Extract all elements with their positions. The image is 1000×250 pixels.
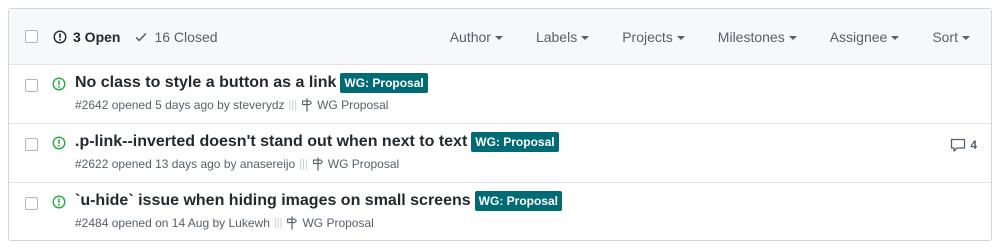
issue-opened-icon <box>53 30 67 44</box>
comment-icon <box>951 138 966 152</box>
issue-row: .p-link--inverted doesn't stand out when… <box>9 124 991 183</box>
issue-number: #2484 <box>75 216 109 230</box>
issue-meta: #2642 opened 5 days ago by steverydz |||… <box>75 98 428 112</box>
issue-milestone-link[interactable]: WG Proposal <box>328 157 399 171</box>
issue-label[interactable]: WG: Proposal <box>471 132 559 152</box>
sort-filter-label: Sort <box>932 29 958 45</box>
milestone-icon <box>312 157 323 171</box>
chevron-down-icon <box>676 36 685 40</box>
milestones-filter-label: Milestones <box>717 29 785 45</box>
issue-meta: #2622 opened 13 days ago by anasereijo |… <box>75 157 559 171</box>
issue-opened-icon <box>52 195 66 209</box>
closed-count-label: 16 Closed <box>154 29 218 45</box>
chevron-down-icon <box>494 36 503 40</box>
issue-comments-link[interactable]: 4 <box>950 138 977 152</box>
select-all-checkbox[interactable] <box>25 30 38 43</box>
labels-filter[interactable]: Labels <box>535 29 590 45</box>
separator: ||| <box>288 99 298 111</box>
issue-checkbox[interactable] <box>25 79 38 92</box>
issue-opened-icon <box>52 77 66 91</box>
milestones-filter[interactable]: Milestones <box>718 29 797 45</box>
assignee-filter[interactable]: Assignee <box>830 29 900 45</box>
issue-title-link[interactable]: .p-link--inverted doesn't stand out when… <box>75 133 467 151</box>
issue-title-link[interactable]: No class to style a button as a link <box>75 74 336 92</box>
issue-checkbox[interactable] <box>25 138 38 151</box>
issue-milestone-link[interactable]: WG Proposal <box>302 216 373 230</box>
issue-title-link[interactable]: `u-hide` issue when hiding images on sma… <box>75 192 471 210</box>
milestone-icon <box>287 216 298 230</box>
chevron-down-icon <box>788 36 797 40</box>
issue-row: `u-hide` issue when hiding images on sma… <box>9 183 991 240</box>
author-filter[interactable]: Author <box>450 29 503 45</box>
issue-milestone-link[interactable]: WG Proposal <box>317 98 388 112</box>
issue-author-link[interactable]: Lukewh <box>229 216 270 230</box>
closed-issues-toggle[interactable]: 16 Closed <box>134 29 218 45</box>
chevron-down-icon <box>962 36 970 40</box>
issues-list: 3 Open 16 Closed Author Labels Projects … <box>8 8 992 241</box>
check-icon <box>136 32 147 42</box>
assignee-filter-label: Assignee <box>829 29 888 45</box>
issue-number: #2622 <box>75 157 109 171</box>
chevron-down-icon <box>891 36 900 40</box>
chevron-down-icon <box>581 36 590 40</box>
issue-label[interactable]: WG: Proposal <box>340 73 428 93</box>
issue-opened-text: opened 5 days ago by <box>111 98 230 112</box>
comment-count: 4 <box>970 138 977 152</box>
issue-main: `u-hide` issue when hiding images on sma… <box>75 191 562 230</box>
issue-opened-text: opened 13 days ago by <box>111 157 237 171</box>
issue-opened-text: opened on 14 Aug by <box>111 216 226 230</box>
issue-author-link[interactable]: steverydz <box>233 98 284 112</box>
filter-bar: Author Labels Projects Milestones Assign… <box>450 9 991 65</box>
issue-row: No class to style a button as a link WG:… <box>9 65 991 124</box>
separator: ||| <box>273 217 283 229</box>
issue-label[interactable]: WG: Proposal <box>474 191 562 211</box>
issue-author-link[interactable]: anasereijo <box>240 157 295 171</box>
projects-filter[interactable]: Projects <box>622 29 685 45</box>
issue-meta: #2484 opened on 14 Aug by Lukewh ||| WG … <box>75 216 562 230</box>
issue-main: .p-link--inverted doesn't stand out when… <box>75 132 559 171</box>
issue-main: No class to style a button as a link WG:… <box>75 73 428 112</box>
author-filter-label: Author <box>449 29 491 45</box>
issue-opened-icon <box>52 136 66 150</box>
milestone-icon <box>302 98 313 112</box>
projects-filter-label: Projects <box>622 29 673 45</box>
issue-title-line: .p-link--inverted doesn't stand out when… <box>75 132 559 152</box>
sort-filter[interactable]: Sort <box>932 29 970 45</box>
labels-filter-label: Labels <box>535 29 578 45</box>
separator: ||| <box>299 158 308 170</box>
issue-title-line: `u-hide` issue when hiding images on sma… <box>75 191 562 211</box>
issue-checkbox[interactable] <box>25 197 38 210</box>
open-count-label: 3 Open <box>73 29 121 45</box>
issue-title-line: No class to style a button as a link WG:… <box>75 73 428 93</box>
issue-number: #2642 <box>75 98 109 112</box>
issues-list-header: 3 Open 16 Closed Author Labels Projects … <box>9 9 991 65</box>
open-issues-toggle[interactable]: 3 Open <box>53 29 120 45</box>
state-toggles: 3 Open 16 Closed <box>53 9 232 65</box>
